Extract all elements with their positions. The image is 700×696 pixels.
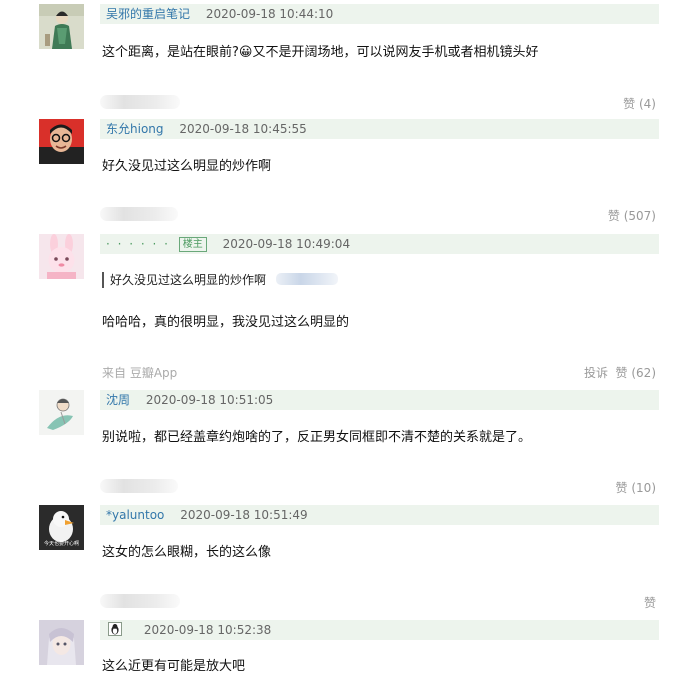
avatar[interactable] xyxy=(39,4,84,49)
comment-time: 2020-09-18 10:45:55 xyxy=(179,122,307,136)
quoted-text: 好久没见过这么明显的炒作啊 xyxy=(110,273,267,287)
comment-text: 这女的怎么眼糊，长的这么像 xyxy=(102,545,272,560)
comment-time: 2020-09-18 10:49:04 xyxy=(222,237,351,251)
username-link[interactable]: *yaluntoo xyxy=(106,508,164,522)
like-button[interactable]: 赞 (507) xyxy=(608,207,656,224)
comment-time: 2020-09-18 10:44:10 xyxy=(205,7,334,21)
avatar[interactable]: 今天也要开心啊 xyxy=(39,505,84,550)
comment-header: 2020-09-18 10:52:38 xyxy=(100,620,659,640)
comment-text: 这个距离，是站在眼前?😀又不是开阔场地，可以说网友手机或者相机镜头好 xyxy=(102,45,539,60)
comment-header: 东允hiong 2020-09-18 10:45:55 xyxy=(100,119,659,139)
blurred-reply-area xyxy=(100,594,180,608)
anime-girl-avatar xyxy=(39,620,84,665)
username-link[interactable]: 东允hiong xyxy=(106,122,164,136)
like-button[interactable]: 赞 (10) xyxy=(616,479,656,496)
comment-header: · · · · · · 楼主 2020-09-18 10:49:04 xyxy=(100,234,659,254)
man-glasses-avatar xyxy=(39,119,84,164)
op-badge: 楼主 xyxy=(178,237,207,252)
comment-header: 吴邪的重启笔记 2020-09-18 10:44:10 xyxy=(100,4,659,24)
ink-painting-figure-avatar xyxy=(39,4,84,49)
comment-footer: 赞 xyxy=(100,594,656,610)
like-button[interactable]: 赞 xyxy=(644,594,656,611)
penguin-icon[interactable] xyxy=(108,622,122,636)
username-link[interactable]: 吴邪的重启笔记 xyxy=(106,7,190,21)
blurred-reply-area xyxy=(100,207,178,221)
comment-footer: 赞 (507) xyxy=(100,207,656,223)
sketch-figure-avatar xyxy=(39,390,84,435)
avatar[interactable] xyxy=(39,390,84,435)
comment-footer: 赞 (4) xyxy=(100,95,656,111)
avatar[interactable] xyxy=(39,119,84,164)
avatar[interactable] xyxy=(39,234,84,279)
avatar-caption: 今天也要开心啊 xyxy=(43,541,79,547)
comment-text: 这么近更有可能是放大吧 xyxy=(102,659,246,674)
pink-bunny-avatar xyxy=(39,234,84,279)
comment-footer: 来自 豆瓣App 投诉 赞 (62) xyxy=(100,364,656,380)
report-link[interactable]: 投诉 xyxy=(584,364,608,381)
blurred-quote-author xyxy=(276,273,339,285)
source-label: 来自 豆瓣App xyxy=(102,366,178,380)
username-link[interactable]: 沈周 xyxy=(106,393,130,407)
comment-header: *yaluntoo 2020-09-18 10:51:49 xyxy=(100,505,659,525)
blurred-reply-area xyxy=(100,479,178,493)
avatar[interactable] xyxy=(39,620,84,665)
comment-time: 2020-09-18 10:51:49 xyxy=(180,508,308,522)
comment-text: 哈哈哈，真的很明显，我没见过这么明显的 xyxy=(102,315,350,330)
quoted-reply: 好久没见过这么明显的炒作啊 xyxy=(102,272,339,288)
comment-footer: 赞 (10) xyxy=(100,479,656,495)
comment-header: 沈周 2020-09-18 10:51:05 xyxy=(100,390,659,410)
comment-time: 2020-09-18 10:51:05 xyxy=(145,393,274,407)
like-button[interactable]: 赞 (62) xyxy=(616,364,656,381)
comment-time: 2020-09-18 10:52:38 xyxy=(143,623,272,637)
comment-text: 别说啦，都已经盖章约炮啥的了，反正男女同框即不清不楚的关系就是了。 xyxy=(102,430,532,445)
like-button[interactable]: 赞 (4) xyxy=(623,95,656,112)
username-link[interactable]: · · · · · · xyxy=(106,237,170,251)
comment-text: 好久没见过这么明显的炒作啊 xyxy=(102,159,272,174)
blurred-reply-area xyxy=(100,95,180,109)
